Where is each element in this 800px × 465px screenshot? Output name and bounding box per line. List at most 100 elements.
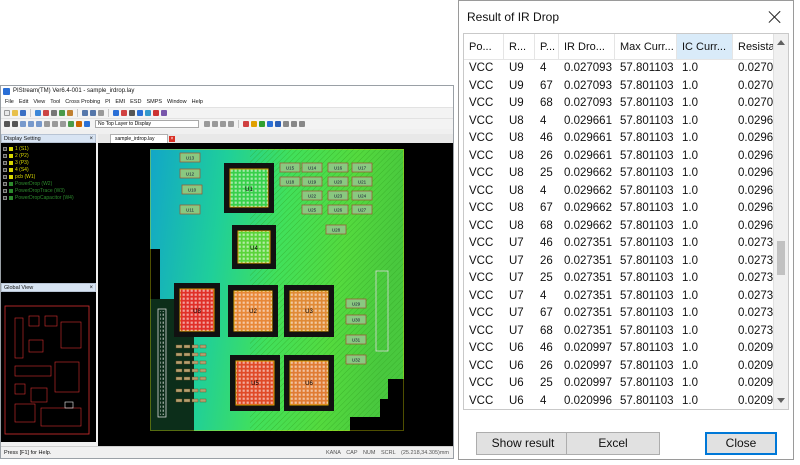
capacitor[interactable]: U32: [345, 354, 367, 365]
table-row[interactable]: VCC U7 25 0.027351 57.801103 1.0 0.0273: [464, 270, 774, 288]
chip-u8[interactable]: U8: [174, 283, 220, 337]
layer-select[interactable]: No Top Layer to Display: [95, 120, 199, 128]
capacitor[interactable]: U30: [345, 314, 367, 325]
highlight-icon[interactable]: [76, 121, 82, 127]
table-row[interactable]: VCC U8 67 0.029662 57.801103 1.0 0.0296: [464, 200, 774, 218]
capacitor[interactable]: U18: [279, 176, 301, 187]
menu-item-view[interactable]: View: [33, 99, 45, 105]
menu-item-help[interactable]: Help: [192, 99, 203, 105]
layer-checkbox[interactable]: [3, 188, 7, 193]
menu-item-pi[interactable]: PI: [105, 99, 110, 105]
close-button[interactable]: Close: [705, 432, 777, 455]
chip-u6[interactable]: U6: [284, 355, 334, 411]
table-row[interactable]: VCC U8 46 0.029661 57.801103 1.0 0.0296: [464, 130, 774, 148]
zoom-out-icon[interactable]: [28, 121, 34, 127]
column-header[interactable]: P...: [535, 34, 559, 59]
capacitor[interactable]: U31: [345, 334, 367, 345]
color-map-icon[interactable]: [251, 121, 257, 127]
emi-icon[interactable]: [145, 110, 151, 116]
layer-checkbox[interactable]: [3, 160, 7, 165]
close-pane-icon[interactable]: ×: [89, 135, 93, 144]
scroll-down-icon[interactable]: [777, 398, 785, 403]
view-3d-icon[interactable]: [212, 121, 218, 127]
capacitor[interactable]: U20: [327, 176, 349, 187]
zoom-icon[interactable]: [43, 110, 49, 116]
capacitor[interactable]: U13: [179, 152, 201, 163]
layer-checkbox[interactable]: [3, 195, 7, 200]
grid-icon[interactable]: [35, 110, 41, 116]
smps-icon[interactable]: [161, 110, 167, 116]
lock-icon[interactable]: [67, 110, 73, 116]
table-row[interactable]: VCC U6 26 0.020997 57.801103 1.0 0.0209: [464, 358, 774, 376]
excel-button[interactable]: Excel: [566, 432, 660, 455]
menu-item-cross-probing[interactable]: Cross Probing: [65, 99, 100, 105]
scroll-up-icon[interactable]: [777, 40, 785, 45]
layer-row[interactable]: PowerDropTrace (W3): [3, 187, 94, 194]
capacitor[interactable]: U22: [301, 190, 323, 201]
zoom-in-icon[interactable]: [20, 121, 26, 127]
pan-right-icon[interactable]: [12, 121, 18, 127]
close-icon[interactable]: [765, 7, 785, 27]
table-row[interactable]: VCC U8 25 0.029662 57.801103 1.0 0.0296: [464, 165, 774, 183]
capacitor[interactable]: U10: [181, 184, 203, 195]
capacitor[interactable]: U27: [351, 204, 373, 215]
pi-icon[interactable]: [137, 110, 143, 116]
close-tab-icon[interactable]: ×: [169, 136, 175, 142]
menu-item-window[interactable]: Window: [167, 99, 187, 105]
global-view-thumbnail[interactable]: [1, 292, 96, 442]
layer-checkbox[interactable]: [3, 181, 7, 186]
undo-icon[interactable]: [82, 110, 88, 116]
table-row[interactable]: VCC U7 26 0.027351 57.801103 1.0 0.0273: [464, 253, 774, 271]
column-header[interactable]: Po...: [464, 34, 504, 59]
menu-item-esd[interactable]: ESD: [130, 99, 141, 105]
vertical-scrollbar[interactable]: [773, 34, 788, 409]
help-icon[interactable]: [299, 121, 305, 127]
pan-left-icon[interactable]: [4, 121, 10, 127]
column-header[interactable]: IC Curr...: [677, 34, 733, 59]
capacitor[interactable]: U24: [351, 190, 373, 201]
capacitor[interactable]: U12: [179, 168, 201, 179]
result-icon[interactable]: [259, 121, 265, 127]
probe-icon[interactable]: [121, 110, 127, 116]
table-row[interactable]: VCC U7 4 0.027351 57.801103 1.0 0.0273: [464, 288, 774, 306]
tab-sample-irdrop[interactable]: sample_irdrop.lay ×: [110, 134, 175, 143]
show-result-button[interactable]: Show result: [476, 432, 570, 455]
via-icon[interactable]: [68, 121, 74, 127]
capacitor[interactable]: U26: [327, 204, 349, 215]
capacitor[interactable]: U14: [301, 162, 323, 173]
layer-row[interactable]: pcb (W1): [3, 173, 94, 180]
chip-u4[interactable]: U4: [232, 225, 276, 269]
scroll-thumb[interactable]: [777, 241, 785, 276]
menu-item-smps[interactable]: SMPS: [146, 99, 162, 105]
capacitor[interactable]: U28: [325, 224, 347, 235]
capacitor[interactable]: U25: [301, 204, 323, 215]
view-icon[interactable]: [204, 121, 210, 127]
text-icon[interactable]: [129, 110, 135, 116]
capacitor[interactable]: U23: [327, 190, 349, 201]
table-row[interactable]: VCC U7 67 0.027351 57.801103 1.0 0.0273: [464, 305, 774, 323]
chip-u3[interactable]: U3: [284, 285, 334, 337]
menu-item-emi[interactable]: EMI: [115, 99, 125, 105]
route-icon[interactable]: [60, 121, 66, 127]
table-row[interactable]: VCC U9 4 0.027093 57.801103 1.0 0.0270: [464, 60, 774, 78]
flip-icon[interactable]: [220, 121, 226, 127]
layer-row[interactable]: 4 (S4): [3, 166, 94, 173]
capacitor[interactable]: U11: [179, 204, 201, 215]
table-row[interactable]: VCC U7 46 0.027351 57.801103 1.0 0.0273: [464, 235, 774, 253]
column-header[interactable]: Max Curr...: [615, 34, 677, 59]
marker-icon[interactable]: [243, 121, 249, 127]
refresh-icon[interactable]: [98, 110, 104, 116]
table-row[interactable]: VCC U6 4 0.020996 57.801103 1.0 0.0209: [464, 393, 774, 410]
report-icon[interactable]: [267, 121, 273, 127]
capacitor[interactable]: U29: [345, 298, 367, 309]
column-header[interactable]: Resista: [733, 34, 774, 59]
settings-icon[interactable]: [283, 121, 289, 127]
zoom-fit-icon[interactable]: [36, 121, 42, 127]
table-row[interactable]: VCC U9 67 0.027093 57.801103 1.0 0.0270: [464, 78, 774, 96]
layer-row[interactable]: 2 (P2): [3, 152, 94, 159]
capacitor[interactable]: U17: [351, 162, 373, 173]
menu-item-file[interactable]: File: [5, 99, 14, 105]
measure-icon[interactable]: [113, 110, 119, 116]
capacitor[interactable]: U15: [279, 162, 301, 173]
layer-row[interactable]: 1 (S1): [3, 145, 94, 152]
